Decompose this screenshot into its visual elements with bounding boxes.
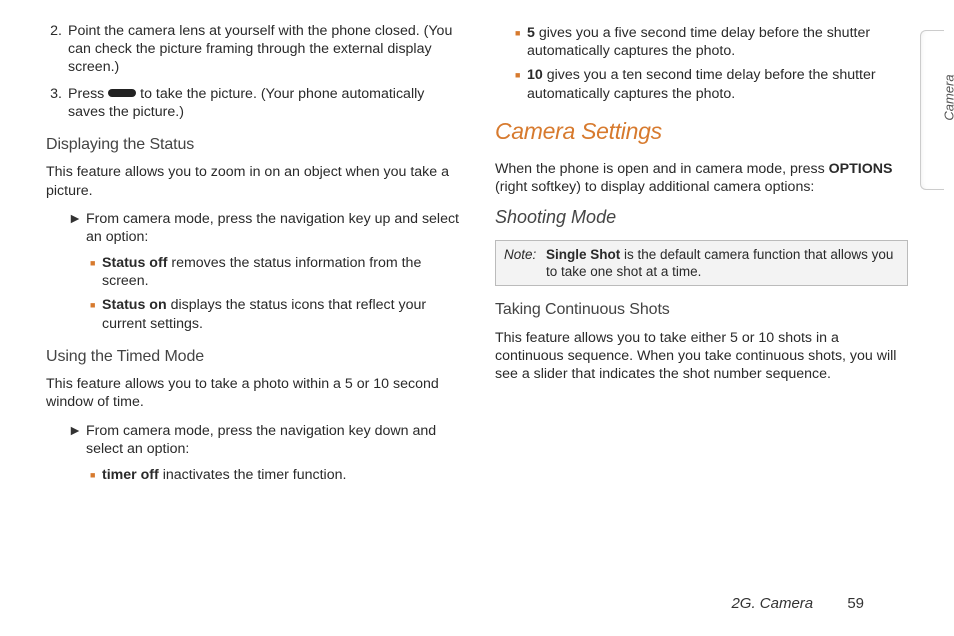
text: When the phone is open and in camera mod… (495, 161, 829, 177)
arrow-icon: ► (68, 210, 86, 246)
list-body: Press to take the picture. (Your phone a… (68, 85, 459, 121)
text: (right softkey) to display additional ca… (495, 179, 814, 195)
text: Press (68, 86, 108, 102)
list-item-3: 3. Press to take the picture. (Your phon… (46, 85, 459, 121)
numbered-list: 2. Point the camera lens at yourself wit… (46, 22, 459, 121)
square-list-item: ■ Status off removes the status informat… (90, 254, 459, 290)
bold-label: OPTIONS (829, 161, 893, 177)
square-bullet-icon: ■ (515, 24, 527, 60)
arrow-icon: ► (68, 422, 86, 458)
square-list-item: ■ Status on displays the status icons th… (90, 296, 459, 332)
bold-label: Status on (102, 297, 167, 313)
square-list-item: ■ timer off inactivates the timer functi… (90, 466, 459, 484)
text: 10 gives you a ten second time delay bef… (527, 66, 908, 102)
list-number: 3. (46, 85, 68, 121)
paragraph: This feature allows you to zoom in on an… (46, 163, 459, 199)
right-column: ■ 5 gives you a five second time delay b… (495, 22, 908, 490)
side-tab-label: Camera (941, 74, 954, 120)
square-bullet-icon: ■ (90, 466, 102, 484)
text: From camera mode, press the navigation k… (86, 422, 459, 458)
arrow-list-item: ► From camera mode, press the navigation… (68, 210, 459, 246)
paragraph: This feature allows you to take a photo … (46, 375, 459, 411)
paragraph: This feature allows you to take either 5… (495, 329, 908, 384)
text: gives you a ten second time delay before… (527, 67, 876, 101)
text: gives you a five second time delay befor… (527, 25, 870, 59)
paragraph: When the phone is open and in camera mod… (495, 160, 908, 196)
side-tab (920, 30, 944, 190)
list-item-2: 2. Point the camera lens at yourself wit… (46, 22, 459, 77)
note-label: Note: (504, 246, 546, 281)
square-bullet-icon: ■ (515, 66, 527, 102)
square-bullet-icon: ■ (90, 254, 102, 290)
text: 5 gives you a five second time delay bef… (527, 24, 908, 60)
bold-label: Status off (102, 255, 167, 271)
footer-section: 2G. Camera (731, 595, 813, 612)
bold-label: Single Shot (546, 247, 620, 262)
heading-displaying-status: Displaying the Status (46, 135, 459, 155)
page: 2. Point the camera lens at yourself wit… (0, 0, 954, 490)
text: Status on displays the status icons that… (102, 296, 459, 332)
square-list-item: ■ 10 gives you a ten second time delay b… (515, 66, 908, 102)
heading-timed-mode: Using the Timed Mode (46, 347, 459, 367)
bold-label: 10 (527, 67, 543, 83)
bold-label: 5 (527, 25, 535, 41)
camera-key-icon (108, 89, 136, 97)
footer-page-number: 59 (847, 595, 864, 612)
left-column: 2. Point the camera lens at yourself wit… (46, 22, 459, 490)
heading-camera-settings: Camera Settings (495, 117, 908, 146)
heading-continuous-shots: Taking Continuous Shots (495, 300, 908, 320)
text: Status off removes the status informatio… (102, 254, 459, 290)
list-number: 2. (46, 22, 68, 77)
text: timer off inactivates the timer function… (102, 466, 459, 484)
note-box: Note: Single Shot is the default camera … (495, 240, 908, 287)
list-body: Point the camera lens at yourself with t… (68, 22, 459, 77)
bold-label: timer off (102, 467, 159, 483)
page-footer: 2G. Camera 59 (731, 595, 864, 612)
text: From camera mode, press the navigation k… (86, 210, 459, 246)
note-body: Single Shot is the default camera functi… (546, 246, 899, 281)
text: inactivates the timer function. (159, 467, 347, 483)
square-bullet-icon: ■ (90, 296, 102, 332)
square-list-item: ■ 5 gives you a five second time delay b… (515, 24, 908, 60)
arrow-list-item: ► From camera mode, press the navigation… (68, 422, 459, 458)
heading-shooting-mode: Shooting Mode (495, 206, 908, 229)
